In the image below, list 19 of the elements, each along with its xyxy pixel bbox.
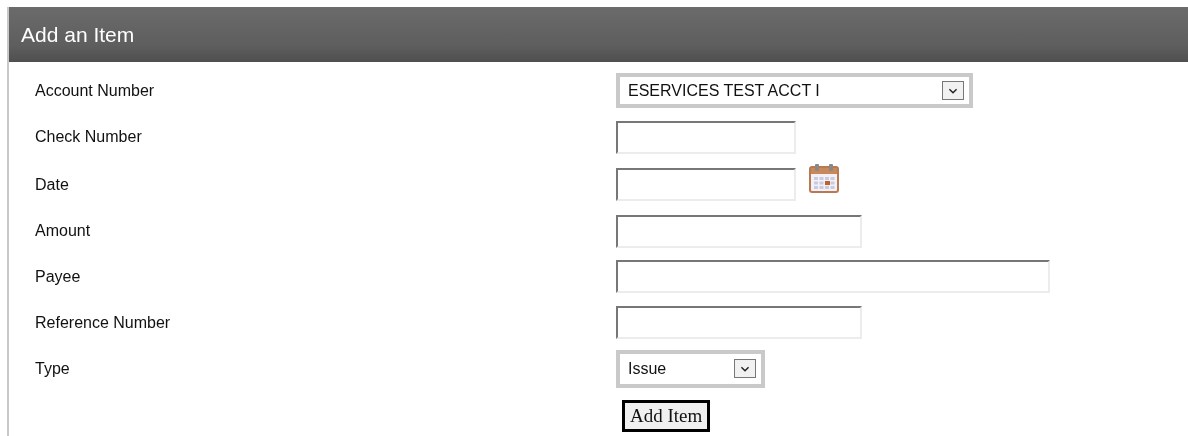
field-label: Type (35, 359, 71, 378)
add-item-button[interactable]: Add Item (622, 400, 711, 432)
field-label: Account Number (35, 81, 156, 100)
caret-icon (734, 359, 756, 378)
field-label: Check Number (35, 128, 143, 146)
calendar-icon[interactable] (808, 162, 840, 194)
input-field[interactable] (616, 120, 796, 154)
field-label: Date (35, 175, 70, 194)
dropdown[interactable]: Issue (616, 349, 765, 388)
panel-title: Add an Item (21, 22, 135, 47)
input-field[interactable] (616, 214, 862, 248)
field-label: Amount (35, 222, 92, 240)
caret-icon (942, 81, 964, 100)
field-label: Payee (35, 267, 82, 286)
dropdown[interactable]: ESERVICES TEST ACCT I (616, 73, 973, 108)
input-field[interactable] (616, 260, 1050, 293)
date-field[interactable] (616, 168, 796, 201)
input-field[interactable] (616, 306, 862, 339)
field-label: Reference Number (35, 313, 172, 332)
